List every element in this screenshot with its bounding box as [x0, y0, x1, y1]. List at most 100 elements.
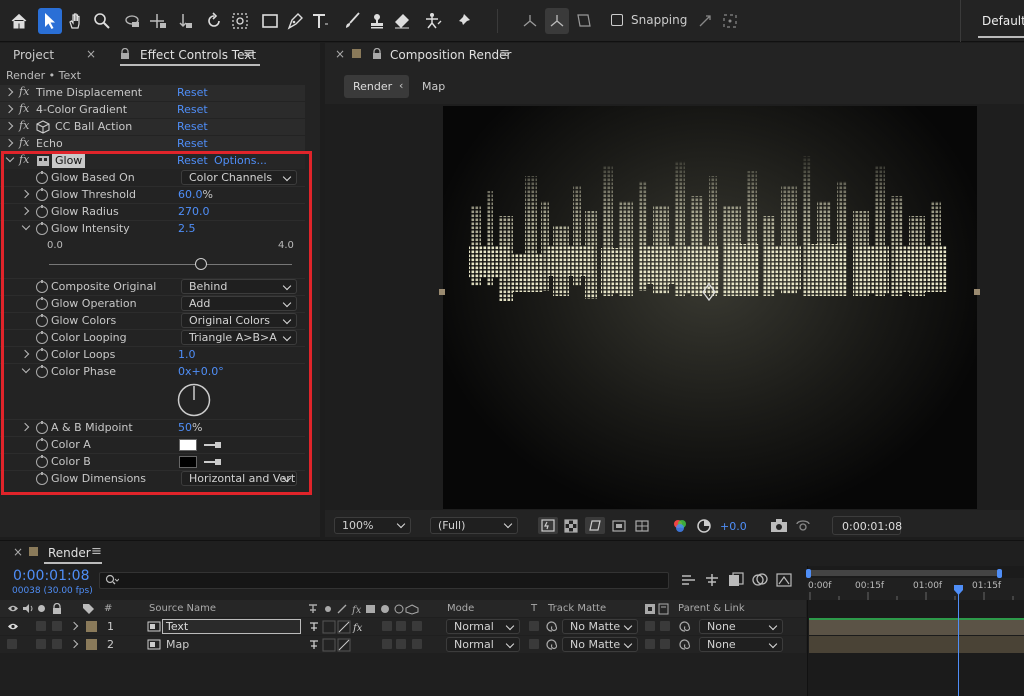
label-tag-icon[interactable] [82, 603, 95, 615]
timeline-menu-icon[interactable]: ≡ [91, 544, 102, 559]
snap-edges-icon[interactable] [693, 8, 717, 34]
preserve-transparency-box[interactable] [529, 621, 539, 631]
pan-camera-icon[interactable] [146, 8, 170, 34]
switch-box[interactable] [382, 639, 392, 649]
timeline-timecode[interactable]: 0:00:01:08 [13, 568, 90, 584]
rectangle-tool-icon[interactable] [258, 8, 282, 34]
pickwhip-icon[interactable] [545, 638, 559, 651]
expand-arrow-icon[interactable] [69, 639, 79, 649]
view-axis-icon[interactable] [572, 8, 596, 34]
color-channels-icon[interactable] [672, 518, 688, 534]
comp-breadcrumb-render[interactable]: Render ‹ [344, 75, 409, 98]
layer-name[interactable]: Map [166, 638, 189, 651]
reset-link[interactable]: Reset [177, 103, 208, 116]
matte-box[interactable] [645, 639, 655, 649]
tab-effect-controls[interactable]: Effect Controls Text [140, 48, 256, 62]
switch-box[interactable] [396, 639, 406, 649]
layer-handle-left[interactable] [439, 289, 445, 295]
switch-box[interactable] [396, 621, 406, 631]
world-axis-icon[interactable] [545, 8, 569, 34]
blend-mode-dropdown[interactable]: Normal [446, 619, 520, 634]
brush-tool-icon[interactable] [340, 8, 364, 34]
home-icon[interactable] [7, 8, 31, 34]
work-area-start-handle[interactable] [806, 569, 811, 578]
parent-dropdown[interactable]: None [699, 619, 783, 634]
fx-icon[interactable]: fx [19, 102, 29, 115]
parent-dropdown[interactable]: None [699, 637, 783, 652]
composition-mini-flowchart-icon[interactable] [681, 573, 697, 587]
region-of-interest-icon[interactable] [611, 518, 627, 534]
pen-tool-icon[interactable] [283, 8, 307, 34]
visibility-box[interactable] [7, 639, 17, 649]
clone-stamp-icon[interactable] [365, 8, 389, 34]
reset-link[interactable]: Reset [177, 86, 208, 99]
comp-panel-menu-icon[interactable]: ≡ [499, 46, 510, 61]
close-project-tab-icon[interactable]: × [86, 47, 96, 61]
orbit-camera-icon[interactable] [121, 8, 145, 34]
lock-icon[interactable] [372, 48, 382, 60]
expand-arrow-icon[interactable] [69, 621, 79, 631]
show-snapshot-icon[interactable] [794, 518, 812, 533]
work-area-end-handle[interactable] [997, 569, 1002, 578]
tab-timeline-render[interactable]: Render [48, 546, 91, 560]
label-color-icon[interactable] [86, 639, 97, 650]
audio-switch-icon[interactable] [22, 603, 34, 614]
fast-previews-icon[interactable] [538, 517, 558, 534]
comp-timecode-field[interactable]: 0:00:01:08 [832, 516, 902, 535]
dolly-camera-icon[interactable] [172, 8, 196, 34]
expand-arrow-icon[interactable] [4, 138, 14, 148]
draft-3d-icon[interactable] [704, 573, 720, 587]
panel-menu-icon[interactable]: ≡ [243, 46, 254, 61]
effect-row-time-displacement[interactable]: fx Time Displacement Reset [0, 85, 305, 101]
playhead-handle[interactable] [953, 584, 964, 596]
solo-box[interactable] [36, 621, 46, 631]
fx-icon[interactable]: fx [19, 136, 29, 149]
parent-pickwhip-icon[interactable] [678, 638, 692, 651]
layer-name-field[interactable]: Text [162, 619, 301, 634]
preserve-transparency-box[interactable] [529, 639, 539, 649]
zoom-tool-icon[interactable] [90, 8, 114, 34]
close-composition-tab-icon[interactable]: × [335, 47, 345, 61]
workspace-default-tab[interactable]: Default [982, 14, 1024, 28]
snapping-checkbox[interactable] [611, 14, 623, 26]
col-track-matte[interactable]: Track Matte [548, 603, 606, 614]
comp-breadcrumb-map[interactable]: Map [422, 80, 445, 93]
layer-handle-right[interactable] [974, 289, 980, 295]
mask-visibility-icon[interactable] [585, 517, 605, 534]
layer-switches[interactable] [308, 638, 353, 652]
lock-icon[interactable] [120, 48, 130, 60]
expand-arrow-icon[interactable] [4, 104, 14, 114]
track-matte-dropdown[interactable]: No Matte [562, 619, 638, 634]
transparency-grid-icon[interactable] [563, 518, 579, 534]
resolution-dropdown[interactable]: (Full) [430, 517, 518, 534]
anchor-point-tool-icon[interactable] [228, 8, 252, 34]
track-matte-dropdown[interactable]: No Matte [562, 637, 638, 652]
parent-pickwhip-icon[interactable] [678, 620, 692, 633]
video-switch-icon[interactable] [7, 604, 19, 613]
solo-box[interactable] [36, 639, 46, 649]
fx-icon[interactable]: fx [19, 85, 29, 98]
frame-blending-icon[interactable] [752, 572, 768, 587]
motion-blur-icon[interactable] [776, 572, 792, 587]
layer-bar-map[interactable] [809, 636, 1024, 653]
reset-link[interactable]: Reset [177, 120, 208, 133]
layer-bar-text[interactable] [809, 618, 1024, 635]
tab-composition-render[interactable]: Composition Render [390, 48, 511, 62]
expand-arrow-icon[interactable] [4, 87, 14, 97]
col-source-name[interactable]: Source Name [149, 603, 216, 614]
col-mode[interactable]: Mode [447, 603, 474, 614]
work-area-bar[interactable] [808, 570, 1001, 576]
magnification-dropdown[interactable]: 100% [334, 517, 411, 534]
hand-tool-icon[interactable] [64, 8, 88, 34]
col-parent-link[interactable]: Parent & Link [678, 603, 745, 614]
visibility-eye-icon[interactable] [7, 622, 19, 631]
lock-box[interactable] [52, 621, 62, 631]
effect-row-4-color-gradient[interactable]: fx 4-Color Gradient Reset [0, 102, 305, 118]
type-tool-icon[interactable] [308, 8, 332, 34]
eraser-icon[interactable] [390, 8, 414, 34]
tab-project[interactable]: Project [13, 48, 54, 62]
local-axis-icon[interactable] [518, 8, 542, 34]
blend-mode-dropdown[interactable]: Normal [446, 637, 520, 652]
label-color-icon[interactable] [86, 621, 97, 632]
layer-row-map[interactable]: 2 Map Normal No Matte None [0, 636, 806, 653]
